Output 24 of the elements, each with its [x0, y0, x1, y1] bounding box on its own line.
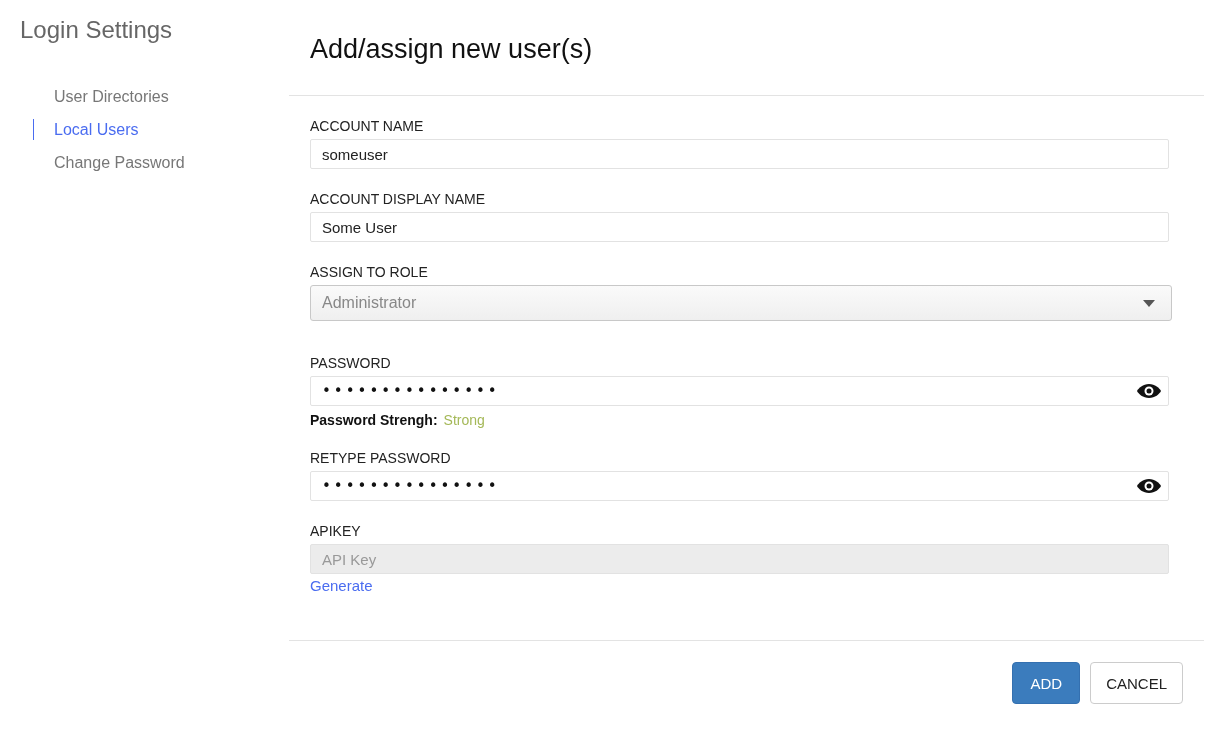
page-title: Add/assign new user(s) — [310, 34, 594, 65]
sidebar-item[interactable]: Local Users — [33, 119, 139, 140]
field-label: APIKEY — [310, 523, 362, 539]
password-field[interactable]: ••••••••••••••• — [310, 376, 1169, 406]
add-button[interactable]: ADD — [1012, 662, 1081, 704]
cancel-button[interactable]: CANCEL — [1090, 662, 1183, 704]
input-field[interactable]: Some User — [310, 212, 1169, 242]
input-field[interactable]: someuser — [310, 139, 1169, 169]
eye-icon[interactable] — [1136, 478, 1162, 494]
field-label: ACCOUNT NAME — [310, 118, 425, 134]
field-label: PASSWORD — [310, 355, 392, 371]
field-label: ASSIGN TO ROLE — [310, 264, 429, 280]
role-dropdown[interactable]: Administrator — [310, 285, 1172, 321]
strength-value: Strong — [443, 412, 485, 428]
field-label: ACCOUNT DISPLAY NAME — [310, 191, 487, 207]
sidebar-item[interactable]: Change Password — [33, 152, 185, 173]
field-label: RETYPE PASSWORD — [310, 450, 452, 466]
generate-link[interactable]: Generate — [310, 577, 373, 594]
password-field[interactable]: ••••••••••••••• — [310, 471, 1169, 501]
sidebar-item[interactable]: User Directories — [33, 86, 169, 107]
sidebar-title: Login Settings — [20, 16, 174, 44]
caret-icon — [1143, 299, 1155, 307]
strength-label: Password Strengh: — [310, 412, 438, 428]
eye-icon[interactable] — [1136, 383, 1162, 399]
